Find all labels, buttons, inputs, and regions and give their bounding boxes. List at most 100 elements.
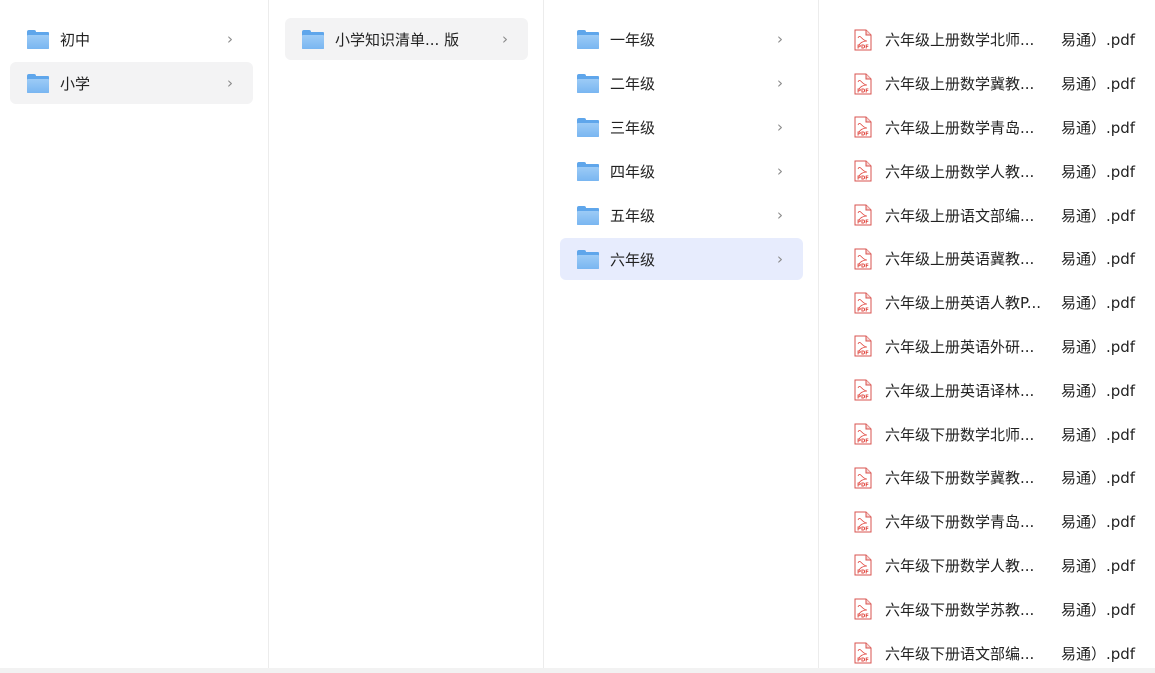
file-name-suffix: 易通）.pdf — [1061, 644, 1136, 663]
folder-row-grade-1[interactable]: 一年级 › — [560, 18, 803, 60]
folder-label: 小学知识清单... 版 — [335, 30, 460, 49]
file-name: 六年级上册数学冀教... — [885, 75, 1035, 94]
svg-text:PDF: PDF — [857, 132, 869, 138]
file-name-suffix: 易通）.pdf — [1061, 469, 1136, 488]
pdf-file-icon: PDF — [854, 160, 872, 182]
file-name: 六年级下册数学苏教... — [885, 600, 1035, 619]
folder-label: 三年级 — [610, 118, 656, 137]
pdf-file-icon: PDF — [854, 598, 872, 620]
folder-row-primary[interactable]: 小学 › — [10, 62, 253, 104]
chevron-right-icon: › — [502, 30, 508, 48]
pdf-file-icon: PDF — [854, 116, 872, 138]
file-name: 六年级下册数学冀教... — [885, 469, 1035, 488]
folder-label: 二年级 — [610, 74, 656, 93]
svg-text:PDF: PDF — [857, 658, 869, 664]
folder-icon — [577, 29, 599, 49]
svg-text:PDF: PDF — [857, 395, 869, 401]
pdf-file-icon: PDF — [854, 29, 872, 51]
file-name-suffix: 易通）.pdf — [1061, 75, 1136, 94]
folder-icon — [302, 29, 324, 49]
file-row[interactable]: PDF 六年级下册数学人教... 易通）.pdf — [845, 544, 1155, 588]
folder-icon — [577, 249, 599, 269]
folder-row-grade-6[interactable]: 六年级 › — [560, 238, 803, 280]
folder-icon — [577, 117, 599, 137]
folder-icon — [27, 29, 49, 49]
svg-text:PDF: PDF — [857, 220, 869, 226]
folder-icon — [577, 73, 599, 93]
pdf-file-icon: PDF — [854, 73, 872, 95]
folder-label: 一年级 — [610, 30, 656, 49]
chevron-right-icon: › — [777, 250, 783, 268]
folder-label: 四年级 — [610, 162, 656, 181]
file-name: 六年级下册语文部编... — [885, 644, 1035, 663]
pdf-file-icon: PDF — [854, 467, 872, 489]
file-row[interactable]: PDF 六年级下册数学北师... 易通）.pdf — [845, 412, 1155, 456]
pdf-file-icon: PDF — [854, 642, 872, 664]
svg-text:PDF: PDF — [857, 351, 869, 357]
folder-icon — [27, 73, 49, 93]
chevron-right-icon: › — [227, 30, 233, 48]
column-browser: 初中 › 小学 › 小学知识清单... 版 › 一年级 › 二年级 › 三年级 … — [0, 0, 1155, 673]
file-row[interactable]: PDF 六年级上册数学人教... 易通）.pdf — [845, 149, 1155, 193]
file-name: 六年级上册数学北师... — [885, 31, 1035, 50]
file-name-suffix: 易通）.pdf — [1061, 425, 1136, 444]
folder-row-grade-3[interactable]: 三年级 › — [560, 106, 803, 148]
svg-text:PDF: PDF — [857, 44, 869, 50]
file-name: 六年级上册英语人教P... — [885, 294, 1042, 313]
svg-text:PDF: PDF — [857, 526, 869, 532]
file-row[interactable]: PDF 六年级上册英语冀教... 易通）.pdf — [845, 237, 1155, 281]
file-row[interactable]: PDF 六年级上册英语译林... 易通）.pdf — [845, 368, 1155, 412]
pdf-file-icon: PDF — [854, 554, 872, 576]
file-name: 六年级上册语文部编... — [885, 206, 1035, 225]
file-name-suffix: 易通）.pdf — [1061, 31, 1136, 50]
column-primary[interactable]: 小学知识清单... 版 › — [270, 0, 544, 668]
svg-text:PDF: PDF — [857, 570, 869, 576]
file-row[interactable]: PDF 六年级下册数学青岛... 易通）.pdf — [845, 500, 1155, 544]
horizontal-scrollbar[interactable] — [0, 668, 1155, 673]
folder-icon — [577, 205, 599, 225]
file-row[interactable]: PDF 六年级上册英语外研... 易通）.pdf — [845, 325, 1155, 369]
file-name: 六年级下册数学北师... — [885, 425, 1035, 444]
chevron-right-icon: › — [777, 206, 783, 224]
file-row[interactable]: PDF 六年级上册数学北师... 易通）.pdf — [845, 18, 1155, 62]
folder-row-junior-high[interactable]: 初中 › — [10, 18, 253, 60]
file-row[interactable]: PDF 六年级下册数学苏教... 易通）.pdf — [845, 587, 1155, 631]
file-row[interactable]: PDF 六年级上册语文部编... 易通）.pdf — [845, 193, 1155, 237]
folder-row-grade-4[interactable]: 四年级 › — [560, 150, 803, 192]
pdf-file-icon: PDF — [854, 204, 872, 226]
file-name: 六年级上册英语外研... — [885, 337, 1035, 356]
file-name-suffix: 易通）.pdf — [1061, 513, 1136, 532]
chevron-right-icon: › — [777, 118, 783, 136]
pdf-file-icon: PDF — [854, 292, 872, 314]
file-row[interactable]: PDF 六年级上册英语人教P... 易通）.pdf — [845, 281, 1155, 325]
column-root[interactable]: 初中 › 小学 › — [0, 0, 269, 668]
file-row[interactable]: PDF 六年级上册数学青岛... 易通）.pdf — [845, 106, 1155, 150]
file-name-suffix: 易通）.pdf — [1061, 206, 1136, 225]
file-row[interactable]: PDF 六年级下册数学冀教... 易通）.pdf — [845, 456, 1155, 500]
pdf-file-icon: PDF — [854, 423, 872, 445]
folder-row-grade-2[interactable]: 二年级 › — [560, 62, 803, 104]
column-files[interactable]: PDF 六年级上册数学北师... 易通）.pdf PDF 六年级上册数学冀教... 易通）… — [820, 0, 1155, 668]
folder-label: 六年级 — [610, 250, 656, 269]
svg-text:PDF: PDF — [857, 88, 869, 94]
column-grades[interactable]: 一年级 › 二年级 › 三年级 › 四年级 › 五年级 › 六年级 › — [545, 0, 819, 668]
pdf-file-icon: PDF — [854, 335, 872, 357]
folder-row-grade-5[interactable]: 五年级 › — [560, 194, 803, 236]
pdf-file-icon: PDF — [854, 379, 872, 401]
file-row[interactable]: PDF 六年级下册语文部编... 易通）.pdf — [845, 631, 1155, 668]
folder-icon — [577, 161, 599, 181]
pdf-file-icon: PDF — [854, 248, 872, 270]
file-name: 六年级下册数学人教... — [885, 556, 1035, 575]
file-name-suffix: 易通）.pdf — [1061, 118, 1136, 137]
folder-label: 五年级 — [610, 206, 656, 225]
folder-row-knowledge-list[interactable]: 小学知识清单... 版 › — [285, 18, 528, 60]
chevron-right-icon: › — [777, 162, 783, 180]
chevron-right-icon: › — [227, 74, 233, 92]
file-name: 六年级下册数学青岛... — [885, 513, 1035, 532]
file-row[interactable]: PDF 六年级上册数学冀教... 易通）.pdf — [845, 62, 1155, 106]
file-name-suffix: 易通）.pdf — [1061, 556, 1136, 575]
svg-text:PDF: PDF — [857, 482, 869, 488]
svg-text:PDF: PDF — [857, 439, 869, 445]
file-name-suffix: 易通）.pdf — [1061, 600, 1136, 619]
file-name-suffix: 易通）.pdf — [1061, 337, 1136, 356]
